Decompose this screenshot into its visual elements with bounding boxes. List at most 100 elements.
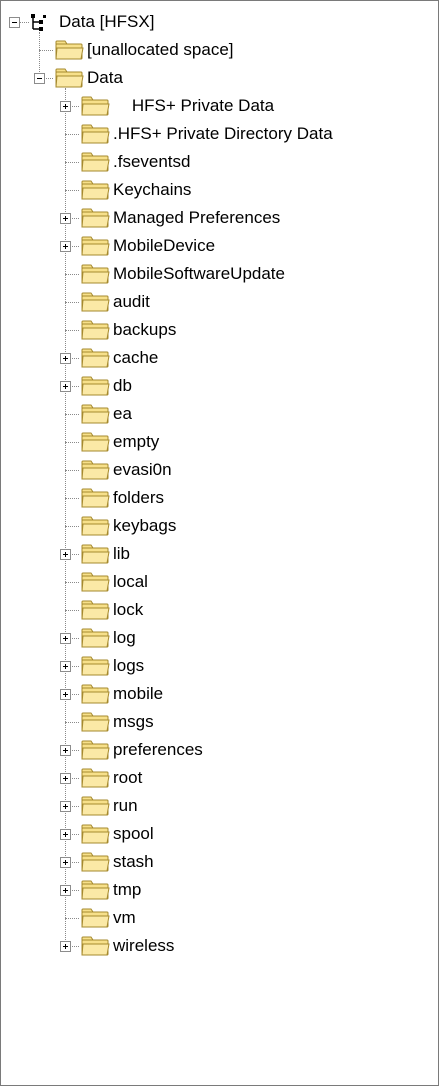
- tree-item-empty[interactable]: empty: [79, 428, 161, 456]
- tree-item-label: backups: [113, 320, 177, 339]
- expand-stash[interactable]: [60, 857, 71, 868]
- tree-item-db[interactable]: db: [79, 372, 134, 400]
- tree-connector: [65, 414, 79, 415]
- tree-item-folders[interactable]: folders: [79, 484, 166, 512]
- tree-item-label: Managed Preferences: [113, 208, 281, 227]
- folder-icon: [81, 572, 110, 592]
- tree-item-label: audit: [113, 292, 150, 311]
- tree-connector: [65, 162, 79, 163]
- tree-item-preferences[interactable]: preferences: [79, 736, 205, 764]
- tree-item-root[interactable]: Data [HFSX]: [29, 8, 156, 36]
- folder-icon: [81, 656, 110, 676]
- tree-connector: [65, 722, 79, 723]
- tree-item-lib[interactable]: lib: [79, 540, 132, 568]
- tree-item-data[interactable]: Data: [53, 64, 125, 92]
- tree-item-label: [unallocated space]: [87, 40, 234, 59]
- tree-item-keychains[interactable]: Keychains: [79, 176, 193, 204]
- expand-root[interactable]: [60, 773, 71, 784]
- folder-icon: [81, 180, 110, 200]
- folder-icon: [81, 376, 110, 396]
- tree-item-stash[interactable]: stash: [79, 848, 156, 876]
- folder-icon: [81, 740, 110, 760]
- tree-item-vm[interactable]: vm: [79, 904, 138, 932]
- tree-item-lock[interactable]: lock: [79, 596, 145, 624]
- expand-managed-preferences[interactable]: [60, 213, 71, 224]
- tree-connector: [65, 470, 79, 471]
- tree-item-log[interactable]: log: [79, 624, 138, 652]
- tree-connector: [65, 330, 79, 331]
- expand-log[interactable]: [60, 633, 71, 644]
- tree-item-mobilesoftwareupdate[interactable]: MobileSoftwareUpdate: [79, 260, 287, 288]
- expand-mobile[interactable]: [60, 689, 71, 700]
- tree-item-msgs[interactable]: msgs: [79, 708, 156, 736]
- tree-item-wireless[interactable]: wireless: [79, 932, 176, 960]
- tree-item-spool[interactable]: spool: [79, 820, 156, 848]
- folder-icon: [81, 236, 110, 256]
- tree-item-mobile[interactable]: mobile: [79, 680, 165, 708]
- tree-item-managed-preferences[interactable]: Managed Preferences: [79, 204, 282, 232]
- tree-item-mobiledevice[interactable]: MobileDevice: [79, 232, 217, 260]
- folder-icon: [81, 292, 110, 312]
- expand-run[interactable]: [60, 801, 71, 812]
- tree-item-run[interactable]: run: [79, 792, 140, 820]
- folder-icon: [81, 880, 110, 900]
- tree-item-backups[interactable]: backups: [79, 316, 178, 344]
- tree-item-cache[interactable]: cache: [79, 344, 160, 372]
- expand-mobiledevice[interactable]: [60, 241, 71, 252]
- expand-db[interactable]: [60, 381, 71, 392]
- tree-item-label: run: [113, 796, 138, 815]
- tree-item-label: vm: [113, 908, 136, 927]
- folder-icon: [81, 852, 110, 872]
- collapse-root-button[interactable]: [9, 17, 20, 28]
- tree-item-fseventsd[interactable]: .fseventsd: [79, 148, 193, 176]
- tree-item-label: cache: [113, 348, 159, 367]
- toggle-data[interactable]: [34, 73, 45, 84]
- tree-connector: [65, 582, 79, 583]
- tree-connector: [39, 50, 53, 51]
- tree-connector: [65, 918, 79, 919]
- tree-item-label: ea: [113, 404, 132, 423]
- tree-connector: [65, 190, 79, 191]
- tree-item-label: .HFS+ Private Directory Data: [113, 124, 333, 143]
- expand-lib[interactable]: [60, 549, 71, 560]
- tree-connector: [39, 32, 40, 78]
- folder-icon: [81, 348, 110, 368]
- expand-logs[interactable]: [60, 661, 71, 672]
- expand-cache[interactable]: [60, 353, 71, 364]
- expand-tmp[interactable]: [60, 885, 71, 896]
- folder-icon: [81, 600, 110, 620]
- tree-connector: [65, 302, 79, 303]
- tree-item-root[interactable]: root: [79, 764, 144, 792]
- folder-icon: [81, 712, 110, 732]
- expand-preferences[interactable]: [60, 745, 71, 756]
- tree-item-logs[interactable]: logs: [79, 652, 146, 680]
- tree-item-keybags[interactable]: keybags: [79, 512, 178, 540]
- tree-item-ea[interactable]: ea: [79, 400, 134, 428]
- tree-item-unallocated-space[interactable]: [unallocated space]: [53, 36, 236, 64]
- tree-item-hfs-private-data[interactable]: HFS+ Private Data: [79, 92, 276, 120]
- tree-item-label: stash: [113, 852, 154, 871]
- folder-icon: [81, 908, 110, 928]
- tree-item-label: msgs: [113, 712, 154, 731]
- tree-item-hfs-private-directory-data[interactable]: .HFS+ Private Directory Data: [79, 120, 335, 148]
- tree-item-local[interactable]: local: [79, 568, 150, 596]
- evidence-tree-icon: [31, 14, 46, 31]
- tree-item-audit[interactable]: audit: [79, 288, 152, 316]
- expand-hfs-private-data[interactable]: [60, 101, 71, 112]
- tree-item-label: lock: [113, 600, 144, 619]
- tree-item-label: keybags: [113, 516, 177, 535]
- folder-icon: [81, 936, 110, 956]
- tree-item-evasi0n[interactable]: evasi0n: [79, 456, 174, 484]
- folder-icon: [81, 432, 110, 452]
- folder-icon: [81, 320, 110, 340]
- folder-icon: [55, 68, 84, 88]
- tree-item-label: HFS+ Private Data: [113, 96, 275, 115]
- expand-wireless[interactable]: [60, 941, 71, 952]
- tree-item-label: evasi0n: [113, 460, 172, 479]
- folder-icon: [81, 152, 110, 172]
- expand-spool[interactable]: [60, 829, 71, 840]
- folder-tree-panel: Data [HFSX] [unallocated space] Data HFS+ …: [0, 0, 439, 1086]
- tree-item-tmp[interactable]: tmp: [79, 876, 143, 904]
- tree-item-label: MobileSoftwareUpdate: [113, 264, 285, 283]
- tree-item-label: preferences: [113, 740, 203, 759]
